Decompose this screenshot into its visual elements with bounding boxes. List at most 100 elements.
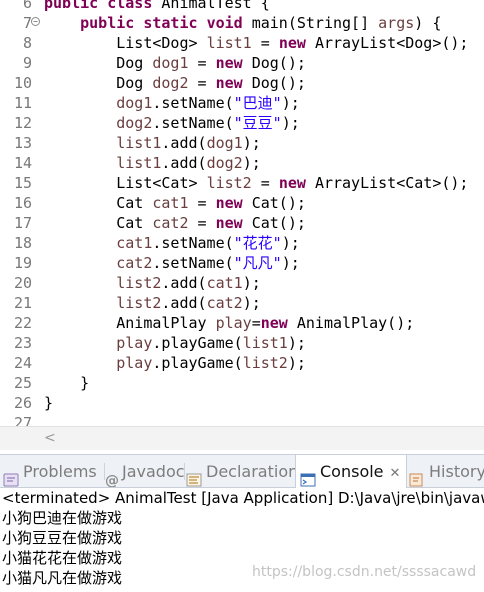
line-number: 20 <box>13 274 32 292</box>
tab-javadoc[interactable]: @ Javadoc <box>102 455 185 489</box>
code-text[interactable]: dog1.setName("巴迪"); <box>44 93 300 113</box>
code-token: List<Dog> <box>44 34 207 52</box>
code-token: = <box>188 74 216 92</box>
code-token: } <box>44 374 90 392</box>
fold-toggle-icon[interactable]: − <box>31 17 40 26</box>
code-text[interactable]: public class AnimalTest { <box>44 0 270 13</box>
code-token: = <box>188 194 216 212</box>
keyword-token: new <box>260 314 297 332</box>
variable-token: list1 <box>206 34 252 52</box>
code-text[interactable]: list1.add(dog1); <box>44 133 261 153</box>
line-number: 13 <box>13 134 32 152</box>
code-line[interactable]: 19 cat2.setName("凡凡"); <box>0 253 484 273</box>
code-text[interactable]: dog2.setName("豆豆"); <box>44 113 300 133</box>
tab-declaration-label: Declaration <box>206 462 299 481</box>
code-text[interactable]: public static void main(String[] args) { <box>44 13 441 33</box>
code-token: AnimalTest { <box>161 0 270 12</box>
code-token: Dog(); <box>251 74 306 92</box>
keyword-token: new <box>215 74 252 92</box>
line-number: 15 <box>13 174 32 192</box>
code-token: AnimalPlay(); <box>296 314 415 332</box>
code-token: List<Cat> <box>44 174 207 192</box>
code-token: ); <box>281 114 300 132</box>
code-line[interactable]: 12 dog2.setName("豆豆"); <box>0 113 484 133</box>
variable-token: list2 <box>44 274 162 292</box>
variable-token: cat2 <box>152 214 189 232</box>
console-output-line: 小猫凡凡在做游戏 <box>2 569 123 587</box>
tab-console[interactable]: Console ✕ <box>295 455 408 488</box>
code-line[interactable]: 18 cat1.setName("花花"); <box>0 233 484 253</box>
variable-token: cat1 <box>152 194 189 212</box>
tab-history[interactable]: History <box>409 455 484 488</box>
code-text[interactable]: AnimalPlay play=new AnimalPlay(); <box>44 313 414 333</box>
tab-problems[interactable]: Problems <box>3 455 97 488</box>
code-text[interactable]: list1.add(dog2); <box>44 153 261 173</box>
problems-icon <box>3 465 19 486</box>
code-text[interactable]: list2.add(cat1); <box>44 273 261 293</box>
code-token: Cat(); <box>251 194 306 212</box>
line-number: 16 <box>13 194 32 212</box>
code-text[interactable]: Dog dog1 = new Dog(); <box>44 53 306 73</box>
code-line[interactable]: 24 play.playGame(list2); <box>0 353 484 373</box>
code-line[interactable]: 9 Dog dog1 = new Dog(); <box>0 53 484 73</box>
code-text[interactable]: List<Dog> list1 = new ArrayList<Dog>(); <box>44 33 468 53</box>
line-number: 25 <box>13 374 32 392</box>
code-token: ); <box>287 334 306 352</box>
keyword-token: new <box>215 54 252 72</box>
code-line[interactable]: 25 } <box>0 373 484 393</box>
code-token: AnimalPlay <box>44 314 216 332</box>
code-line[interactable]: 7− public static void main(String[] args… <box>0 13 484 33</box>
code-token: = <box>251 34 279 52</box>
code-line[interactable]: 22 AnimalPlay play=new AnimalPlay(); <box>0 313 484 333</box>
declaration-icon <box>186 465 202 486</box>
variable-token: list1 <box>44 154 162 172</box>
code-text[interactable]: List<Cat> list2 = new ArrayList<Cat>(); <box>44 173 468 193</box>
code-line[interactable]: 11 dog1.setName("巴迪"); <box>0 93 484 113</box>
code-text[interactable]: cat2.setName("凡凡"); <box>44 253 300 273</box>
variable-token: cat1 <box>44 234 153 252</box>
code-line[interactable]: 15 List<Cat> list2 = new ArrayList<Cat>(… <box>0 173 484 193</box>
code-token: Dog <box>44 74 153 92</box>
code-token: ArrayList<Dog>(); <box>314 34 469 52</box>
tab-separator <box>184 463 185 480</box>
code-line[interactable]: 10 Dog dog2 = new Dog(); <box>0 73 484 93</box>
code-editor[interactable]: 6 public class AnimalTest {7− public stat… <box>0 0 484 426</box>
code-token: Dog <box>44 54 153 72</box>
code-text[interactable]: } <box>44 373 89 393</box>
code-text[interactable]: play.playGame(list1); <box>44 333 306 353</box>
code-token: ); <box>242 274 261 292</box>
code-token: ); <box>281 234 300 252</box>
scroll-left-icon[interactable]: < <box>44 430 56 446</box>
code-token: ); <box>242 294 261 312</box>
code-text[interactable]: Cat cat1 = new Cat(); <box>44 193 306 213</box>
code-line[interactable]: 27 <box>0 413 484 426</box>
tab-declaration[interactable]: Declaration <box>186 455 298 488</box>
code-line[interactable]: 14 list1.add(dog2); <box>0 153 484 173</box>
code-line[interactable]: 6 public class AnimalTest { <box>0 0 484 13</box>
code-text[interactable]: cat1.setName("花花"); <box>44 233 300 253</box>
code-line[interactable]: 26} <box>0 393 484 413</box>
code-text[interactable]: Cat cat2 = new Cat(); <box>44 213 306 233</box>
code-line[interactable]: 16 Cat cat1 = new Cat(); <box>0 193 484 213</box>
scrollbar-track[interactable] <box>62 435 478 443</box>
code-token: main(String[] <box>251 14 379 32</box>
code-line[interactable]: 8 List<Dog> list1 = new ArrayList<Dog>()… <box>0 33 484 53</box>
close-icon[interactable]: ✕ <box>390 466 401 481</box>
variable-token: play <box>44 354 153 372</box>
editor-horizontal-scrollbar[interactable]: < <box>0 426 484 450</box>
console-view[interactable]: <terminated> AnimalTest [Java Applicatio… <box>0 488 484 592</box>
code-text[interactable]: Dog dog2 = new Dog(); <box>44 73 306 93</box>
code-line[interactable]: 17 Cat cat2 = new Cat(); <box>0 213 484 233</box>
code-text[interactable]: } <box>44 393 53 413</box>
code-line[interactable]: 21 list2.add(cat2); <box>0 293 484 313</box>
code-line[interactable]: 13 list1.add(dog1); <box>0 133 484 153</box>
code-line[interactable]: 23 play.playGame(list1); <box>0 333 484 353</box>
variable-token: dog1 <box>152 54 189 72</box>
code-text[interactable]: list2.add(cat2); <box>44 293 261 313</box>
code-line[interactable]: 20 list2.add(cat1); <box>0 273 484 293</box>
code-text[interactable]: play.playGame(list2); <box>44 353 306 373</box>
svg-text:@: @ <box>105 473 118 487</box>
line-number: 19 <box>13 254 32 272</box>
keyword-token: class <box>107 0 162 12</box>
code-token: .add( <box>161 274 207 292</box>
